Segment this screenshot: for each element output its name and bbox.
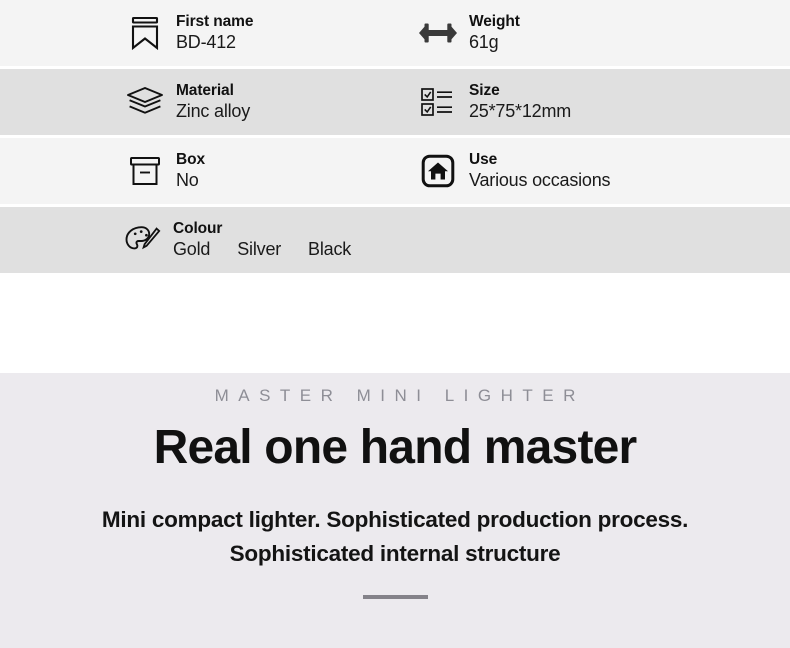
spec-text-group: Weight 61g	[469, 12, 520, 52]
spec-cell-colour: Colour Gold Silver Black	[0, 207, 790, 273]
marketing-banner: MASTER MINI LIGHTER Real one hand master…	[0, 373, 790, 648]
spec-label: Colour	[173, 219, 223, 237]
spec-text-group: First name BD-412	[176, 12, 254, 52]
colour-option-black: Black	[308, 238, 352, 259]
banner-headline: Real one hand master	[153, 421, 638, 474]
spec-value: BD-412	[176, 31, 236, 52]
spec-cell-weight: Weight 61g	[395, 0, 790, 66]
product-spec-page: First name BD-412 Weight 61g Material Zi…	[0, 0, 790, 648]
colour-option-silver: Silver	[237, 238, 282, 259]
bookmark-icon	[123, 11, 167, 55]
table-row: Material Zinc alloy Size 25*75*12mm	[0, 69, 790, 135]
spec-cell-size: Size 25*75*12mm	[395, 69, 790, 135]
home-icon	[416, 149, 460, 193]
spec-text-group: Box No	[176, 150, 205, 190]
spec-label: Size	[469, 81, 500, 99]
spec-label: Material	[176, 81, 234, 99]
layers-icon	[123, 80, 167, 124]
spec-label: Use	[469, 150, 498, 168]
spec-text-group: Material Zinc alloy	[176, 81, 251, 121]
spec-value: Zinc alloy	[176, 100, 251, 121]
divider-rule	[362, 595, 428, 600]
spec-text-group: Use Various occasions	[469, 150, 611, 190]
spec-label: Box	[176, 150, 205, 168]
spec-cell-use: Use Various occasions	[395, 138, 790, 204]
spec-cell-first-name: First name BD-412	[0, 0, 395, 66]
checklist-icon	[416, 80, 460, 124]
specification-table: First name BD-412 Weight 61g Material Zi…	[0, 0, 790, 276]
spec-cell-material: Material Zinc alloy	[0, 69, 395, 135]
box-icon	[123, 149, 167, 193]
dumbbell-icon	[416, 11, 460, 55]
table-row: First name BD-412 Weight 61g	[0, 0, 790, 66]
palette-icon	[120, 218, 164, 262]
colour-options: Gold Silver Black	[173, 238, 352, 259]
banner-body-line-1: Mini compact lighter. Sophisticated prod…	[101, 507, 689, 532]
spec-value: 25*75*12mm	[469, 100, 572, 121]
banner-eyebrow: MASTER MINI LIGHTER	[214, 386, 585, 405]
colour-option-gold: Gold	[173, 238, 211, 259]
table-row: Box No Use Various occasions	[0, 138, 790, 204]
spec-label: Weight	[469, 12, 520, 30]
banner-body-line-2: Sophisticated internal structure	[229, 541, 561, 567]
spec-value: Various occasions	[469, 169, 611, 190]
spec-text-group: Size 25*75*12mm	[469, 81, 572, 121]
table-row-colour: Colour Gold Silver Black	[0, 207, 790, 273]
spec-cell-box: Box No	[0, 138, 395, 204]
banner-body: Mini compact lighter. Sophisticated prod…	[0, 503, 790, 571]
spec-value: No	[176, 169, 199, 190]
spec-text-group: Colour Gold Silver Black	[173, 219, 352, 259]
spec-value: 61g	[469, 31, 499, 52]
spec-label: First name	[176, 12, 254, 30]
